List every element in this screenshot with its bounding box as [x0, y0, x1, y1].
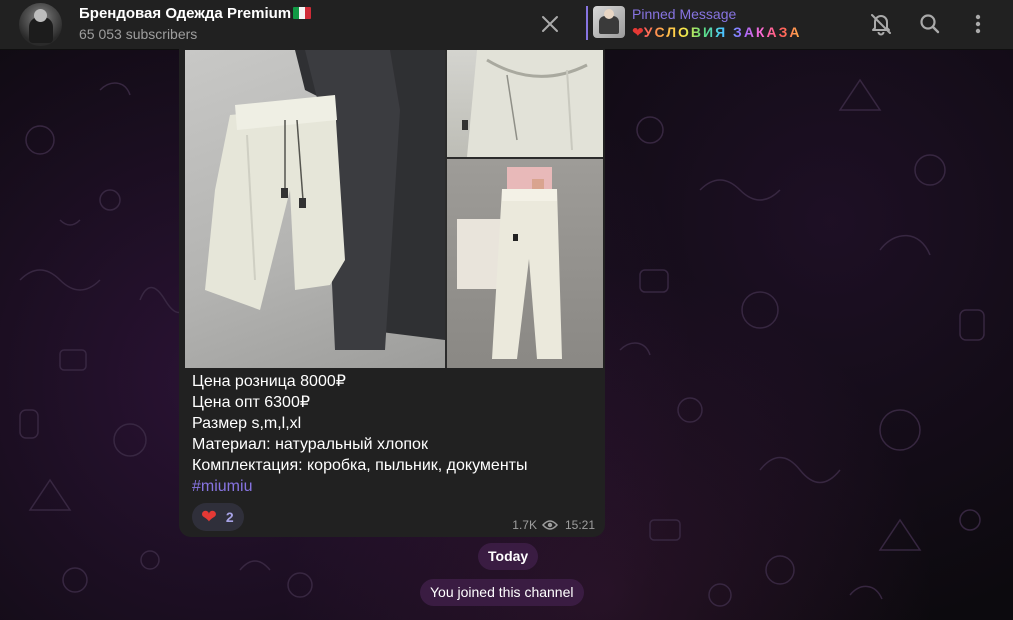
post-line-material: Материал: натуральный хлопок [192, 436, 428, 453]
photo-pants-box[interactable] [447, 159, 603, 368]
message-time: 15:21 [564, 518, 595, 532]
telegram-window: Брендовая Одежда Premium 65 053 subscrib… [0, 0, 1013, 620]
photo-pants-main-image [205, 50, 445, 350]
pinned-indicator-bar [586, 6, 588, 40]
post-text: Цена розница 8000₽ Цена опт 6300₽ Размер… [192, 371, 527, 497]
heart-icon: ❤ [201, 506, 217, 528]
bell-off-icon [871, 14, 891, 36]
post-line-sizes: Размер s,m,l,xl [192, 415, 302, 432]
media-album [185, 50, 603, 368]
date-separator[interactable]: Today [478, 543, 539, 570]
message-meta: 1.7K 15:21 [512, 518, 595, 532]
pinned-thumbnail[interactable] [593, 6, 625, 38]
search-icon [920, 14, 940, 34]
subscriber-count: 65 053 subscribers [79, 26, 198, 42]
italy-flag-icon [293, 7, 312, 19]
more-menu-button[interactable] [965, 11, 991, 37]
avatar-head [34, 9, 47, 22]
post-line-retail-price: Цена розница 8000₽ [192, 373, 346, 390]
channel-title[interactable]: Брендовая Одежда Premium [79, 5, 312, 22]
mute-button[interactable] [868, 11, 894, 37]
reaction-count: 2 [225, 509, 234, 525]
channel-post: Цена розница 8000₽ Цена опт 6300₽ Размер… [179, 42, 605, 537]
pinned-thumb-head [604, 9, 614, 19]
joined-channel-notice: You joined this channel [420, 579, 584, 606]
photo-pants-box-image [457, 167, 562, 359]
more-vertical-icon [975, 14, 981, 34]
pinned-rainbow-text: УСЛОВИЯ ЗАКАЗА [643, 24, 802, 40]
photo-pants-main[interactable] [185, 50, 445, 368]
hashtag-link[interactable]: #miumiu [192, 476, 527, 497]
search-button[interactable] [917, 11, 943, 37]
photo-pants-waist[interactable] [447, 50, 603, 157]
eye-icon [541, 520, 558, 530]
close-icon [542, 16, 558, 32]
channel-avatar[interactable] [19, 3, 62, 46]
channel-title-text: Брендовая Одежда Premium [79, 5, 292, 22]
post-line-wholesale-price: Цена опт 6300₽ [192, 394, 311, 411]
view-count: 1.7K [512, 518, 537, 532]
photo-pants-waist-image [462, 50, 603, 157]
post-line-package: Комплектация: коробка, пыльник, документ… [192, 457, 528, 474]
pinned-heart-emoji: ❤ [632, 24, 644, 40]
reaction-heart-button[interactable]: ❤ 2 [192, 503, 244, 531]
pinned-message-text[interactable]: ❤УСЛОВИЯ ЗАКАЗА [632, 24, 837, 41]
close-pinned-button[interactable] [536, 10, 564, 38]
pinned-message-label[interactable]: Pinned Message [632, 6, 736, 22]
